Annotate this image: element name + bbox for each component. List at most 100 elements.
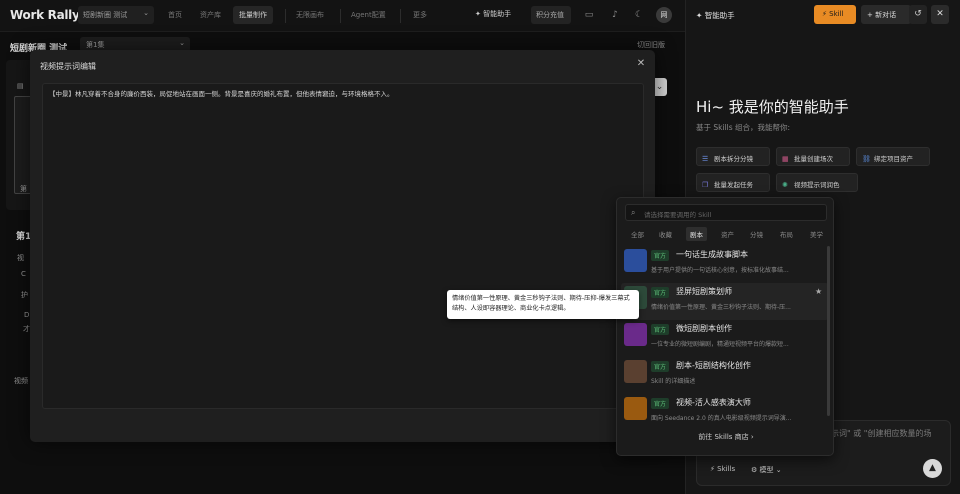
link-icon: ⛓ [862, 155, 871, 163]
skill-search-input[interactable]: ⌕ 请选择需要调用的 Skill [625, 204, 827, 221]
nav-canvas[interactable]: 无限画布 [296, 10, 324, 20]
official-badge: 官方 [651, 324, 670, 335]
bolt-icon: ⚡ [822, 10, 827, 18]
skill-item[interactable]: 官方 视频-活人感表演大师 面向 Seedance 2.0 的真人电影级视频提示… [621, 394, 829, 431]
tab-all[interactable]: 全部 [631, 229, 644, 239]
skill-thumbnail [624, 323, 647, 346]
moon-icon[interactable]: ☾ [632, 8, 646, 22]
calendar-icon: ▤ [17, 82, 24, 90]
skill-item[interactable]: 官方 微短剧剧本创作 一位专业的微短剧编剧，精通短视频平台的爆款短... [621, 320, 829, 357]
tab-script[interactable]: 剧本 [686, 227, 707, 241]
skill-desc: 一位专业的微短剧编剧，精通短视频平台的爆款短... [651, 341, 789, 348]
model-icon: ⚙ [751, 466, 758, 474]
assistant-title: ✦ 智能助手 [696, 10, 735, 21]
chevron-down-icon: ⌄ [143, 9, 149, 17]
section-heading: 第1 [16, 232, 32, 242]
nav-divider [285, 9, 286, 23]
skill-name: 微短剧剧本创作 [676, 324, 732, 333]
skill-item[interactable]: 官方 剧本-短剧结构化创作 Skill 的详细描述 [621, 357, 829, 394]
tab-assets[interactable]: 资产 [721, 229, 734, 239]
skill-item[interactable]: 官方 竖屏短剧策划师 ★ 情绪价值第一性原理、黄金三秒钩子法则、期待-压... [621, 283, 829, 320]
skill-search-placeholder: 请选择需要调用的 Skill [644, 211, 712, 219]
nav-more[interactable]: 更多 [413, 10, 427, 20]
section-label: 护 [21, 291, 28, 299]
refresh-icon: C [21, 270, 26, 278]
assistant-toggle-label: 智能助手 [483, 10, 512, 18]
skill-tooltip: 情绪价值第一性原理、黄金三秒钩子法则、期待-压抑-爆发三幕式结构、人设即容器理论… [447, 290, 639, 319]
tab-layout[interactable]: 布局 [780, 229, 793, 239]
avatar[interactable]: 网 [656, 7, 672, 23]
skill-picker-popup: ⌕ 请选择需要调用的 Skill 全部 收藏 剧本 资产 分镜 布局 美学 官方… [616, 197, 834, 456]
book-icon [624, 249, 647, 272]
skill-name: 视频-活人感表演大师 [676, 398, 751, 407]
skill-desc: 情绪价值第一性原理、黄金三秒钩子法则、期待-压... [651, 304, 791, 311]
scrollbar[interactable] [827, 246, 830, 416]
project-name: 短剧新圈 测试 [83, 11, 128, 19]
section-label: 视 [17, 254, 24, 262]
close-icon[interactable]: ✕ [634, 58, 648, 72]
sparkle-icon: ✺ [782, 181, 788, 189]
prompt-textarea[interactable]: 【中景】林凡穿着不合身的廉价西装，局促地站在画面一侧。背景是喜庆的婚礼布置，但他… [42, 83, 644, 409]
skill-desc: Skill 的详细描述 [651, 378, 696, 385]
star-icon[interactable]: ★ [815, 287, 822, 296]
skills-store-link[interactable]: 前往 Skills 商店 › [617, 432, 835, 442]
skills-store-label: 前往 Skills 商店 [698, 433, 749, 441]
skill-name: 一句话生成故事脚本 [676, 250, 748, 259]
nav-agent[interactable]: Agent配置 [351, 10, 386, 20]
chip-batch-tasks[interactable]: ❐ 批量发起任务 [696, 173, 770, 192]
new-chat-button[interactable]: + 新对话 [861, 5, 911, 24]
skill-thumbnail [624, 360, 647, 383]
switch-version-link[interactable]: 切回旧版 [637, 40, 665, 50]
nav-home[interactable]: 首页 [168, 10, 182, 20]
greeting-subtitle: 基于 Skills 组合，我能帮你: [696, 123, 791, 132]
official-badge: 官方 [651, 398, 670, 409]
tab-favorites[interactable]: 收藏 [659, 229, 672, 239]
project-select[interactable]: 短剧新圈 测试 ⌄ [78, 6, 154, 24]
official-badge: 官方 [651, 287, 670, 298]
chip-bind-assets[interactable]: ⛓ 绑定项目资产 [856, 147, 930, 166]
message-icon[interactable]: ▭ [582, 8, 596, 22]
skill-desc: 基于用户提供的一句话核心创意，按标准化故事结... [651, 267, 789, 274]
recharge-button[interactable]: 积分充值 [531, 6, 571, 24]
sparkle-icon: ✦ [475, 10, 481, 18]
bolt-icon: ⚡ [710, 465, 715, 473]
frame-label: 第 [20, 185, 27, 193]
skill-desc: 面向 Seedance 2.0 的真人电影级视频提示词导演... [651, 415, 792, 422]
skill-button-label: Skill [829, 10, 844, 18]
skill-button[interactable]: ⚡ Skill [814, 5, 856, 24]
official-badge: 官方 [651, 250, 670, 261]
tab-storyboard[interactable]: 分镜 [750, 229, 763, 239]
close-icon[interactable]: ✕ [931, 5, 949, 24]
video-prompt-edit-modal: 视频提示词编辑 ✕ 【中景】林凡穿着不合身的廉价西装，局促地站在画面一侧。背景是… [30, 50, 655, 442]
chip-prompt-polish[interactable]: ✺ 视频提示词润色 [776, 173, 858, 192]
history-icon[interactable]: ↺ [909, 5, 927, 24]
grid-icon: ▦ [782, 155, 789, 163]
assistant-toggle[interactable]: ✦ 智能助手 [475, 9, 511, 19]
assistant-title-text: 智能助手 [704, 11, 735, 20]
search-icon: ⌕ [631, 208, 636, 217]
nav-batch[interactable]: 批量制作 [233, 6, 273, 24]
chevron-down-icon: ⌄ [775, 466, 782, 474]
top-bar: Work Rally 短剧新圈 测试 ⌄ 首页 资产库 批量制作 无限画布 Ag… [0, 0, 685, 32]
chip-batch-scenes[interactable]: ▦ 批量创建场次 [776, 147, 850, 166]
greeting: Hi~ 我是你的智能助手 [696, 98, 849, 116]
skill-name: 剧本-短剧结构化创作 [676, 361, 751, 370]
skill-item[interactable]: 官方 一句话生成故事脚本 基于用户提供的一句话核心创意，按标准化故事结... [621, 246, 829, 283]
tab-aesthetics[interactable]: 美学 [810, 229, 823, 239]
app-logo: Work Rally [10, 8, 80, 22]
nav-divider [340, 9, 341, 23]
bell-icon[interactable]: ♪ [608, 8, 622, 22]
model-label: 模型 [759, 466, 774, 474]
official-badge: 官方 [651, 361, 670, 372]
plus-icon: + [867, 11, 873, 19]
section-label: 才 [23, 325, 30, 333]
skills-label: Skills [717, 465, 736, 473]
section-label: D [24, 311, 30, 319]
model-selector[interactable]: ⚙ 模型 ⌄ [751, 465, 782, 475]
nav-assets[interactable]: 资产库 [200, 10, 221, 20]
send-button[interactable]: ▲ [923, 459, 942, 478]
skills-selector[interactable]: ⚡ Skills [710, 465, 735, 473]
chip-script-split[interactable]: ☰ 剧本拆分分镜 [696, 147, 770, 166]
input-hint: 示词" 或 "创建相应数量的场 [831, 429, 932, 438]
skill-name: 竖屏短剧策划师 [676, 287, 732, 296]
